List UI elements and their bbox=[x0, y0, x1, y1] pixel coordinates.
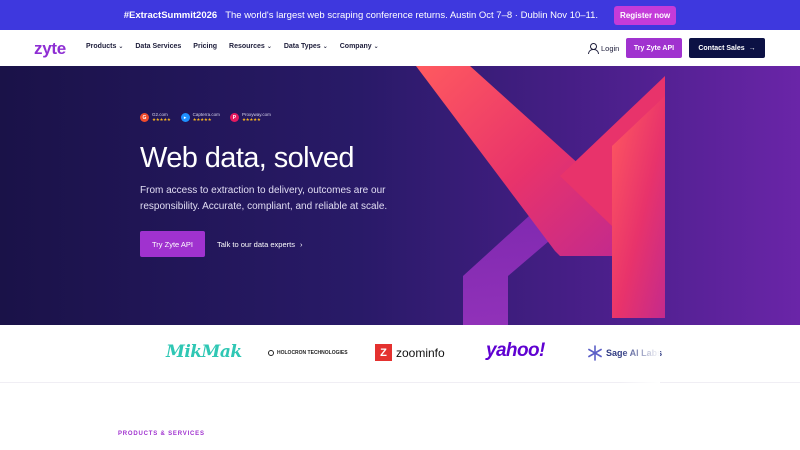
arrow-right-icon: → bbox=[748, 44, 756, 52]
contact-sales-button[interactable]: Contact Sales → bbox=[689, 38, 765, 58]
nav-item-label: Products bbox=[86, 43, 117, 50]
hero-subtitle: From access to extraction to delivery, o… bbox=[140, 185, 388, 212]
snowflake-icon bbox=[588, 345, 602, 361]
talk-to-experts-link[interactable]: Talk to our data experts › bbox=[217, 240, 302, 249]
mikmak-logo: MikMak bbox=[166, 342, 242, 362]
nav-menu: Products ⌄ Data Services Pricing Resource… bbox=[86, 43, 379, 50]
review-proxyway[interactable]: P Proxyway.com ★★★★★ bbox=[229, 112, 271, 122]
nav-item-products[interactable]: Products ⌄ bbox=[86, 43, 123, 50]
chevron-down-icon: ⌄ bbox=[266, 44, 272, 50]
g2-icon: G bbox=[140, 113, 149, 122]
star-rating: ★★★★★ bbox=[241, 116, 261, 122]
nav-item-label: Data Types bbox=[283, 43, 321, 50]
announcement-hashtag: #ExtractSummit2026 bbox=[123, 9, 218, 21]
customer-logos: MikMak HOLOCRON TECHNOLOGIES Z zoominfo … bbox=[0, 325, 800, 383]
nav-item-label: Pricing bbox=[193, 43, 218, 50]
nav-item-data-types[interactable]: Data Types ⌄ bbox=[284, 43, 328, 50]
nav-item-data-services[interactable]: Data Services bbox=[135, 43, 181, 50]
star-rating: ★★★★★ bbox=[192, 116, 212, 122]
main-nav: zyte Products ⌄ Data Services Pricing Res… bbox=[0, 30, 800, 66]
review-g2[interactable]: G G2.com ★★★★★ bbox=[140, 112, 171, 122]
talk-to-experts-label: Talk to our data experts bbox=[217, 240, 295, 249]
zoominfo-icon: Z bbox=[375, 344, 392, 361]
chevron-right-icon: › bbox=[299, 240, 303, 249]
holocron-icon bbox=[268, 350, 274, 356]
yahoo-logo: yahoo! bbox=[486, 340, 545, 361]
holocron-logo: HOLOCRON TECHNOLOGIES bbox=[268, 350, 348, 356]
review-badges: G G2.com ★★★★★ ▸ Capterra.com ★★★★★ P Prox… bbox=[140, 112, 271, 122]
nav-item-resources[interactable]: Resources ⌄ bbox=[229, 43, 272, 50]
proxyway-icon: P bbox=[229, 113, 239, 122]
hero-title: Web data, solved bbox=[140, 142, 355, 174]
user-icon bbox=[588, 43, 599, 54]
chevron-down-icon: ⌄ bbox=[118, 44, 124, 50]
contact-sales-label: Contact Sales bbox=[698, 44, 745, 52]
nav-item-pricing[interactable]: Pricing bbox=[193, 43, 217, 50]
chevron-down-icon: ⌄ bbox=[373, 44, 379, 50]
holocron-label: HOLOCRON TECHNOLOGIES bbox=[277, 350, 348, 356]
announcement-bar: #ExtractSummit2026 The world's largest w… bbox=[0, 0, 800, 30]
star-rating: ★★★★★ bbox=[152, 116, 171, 122]
zyte-logo[interactable]: zyte bbox=[34, 39, 66, 59]
zoominfo-logo: Z zoominfo bbox=[375, 344, 445, 361]
login-label: Login bbox=[601, 43, 620, 53]
section-eyebrow: PRODUCTS & SERVICES bbox=[118, 431, 205, 437]
logo-fade-overlay bbox=[620, 325, 660, 383]
hero-section: G G2.com ★★★★★ ▸ Capterra.com ★★★★★ P Prox… bbox=[0, 66, 800, 325]
nav-item-label: Data Services bbox=[135, 43, 182, 50]
review-capterra[interactable]: ▸ Capterra.com ★★★★★ bbox=[180, 112, 220, 122]
chevron-down-icon: ⌄ bbox=[322, 44, 328, 50]
login-link[interactable]: Login bbox=[588, 43, 620, 54]
nav-item-company[interactable]: Company ⌄ bbox=[340, 43, 379, 50]
capterra-icon: ▸ bbox=[180, 113, 190, 122]
nav-item-label: Company bbox=[339, 43, 372, 50]
nav-item-label: Resources bbox=[229, 43, 265, 50]
zoominfo-label: zoominfo bbox=[396, 345, 445, 360]
try-zyte-api-nav-button[interactable]: Try Zyte API bbox=[626, 38, 682, 58]
register-now-button[interactable]: Register now bbox=[614, 5, 677, 25]
announcement-text: The world's largest web scraping confere… bbox=[225, 9, 599, 21]
try-zyte-api-hero-button[interactable]: Try Zyte API bbox=[140, 231, 205, 257]
